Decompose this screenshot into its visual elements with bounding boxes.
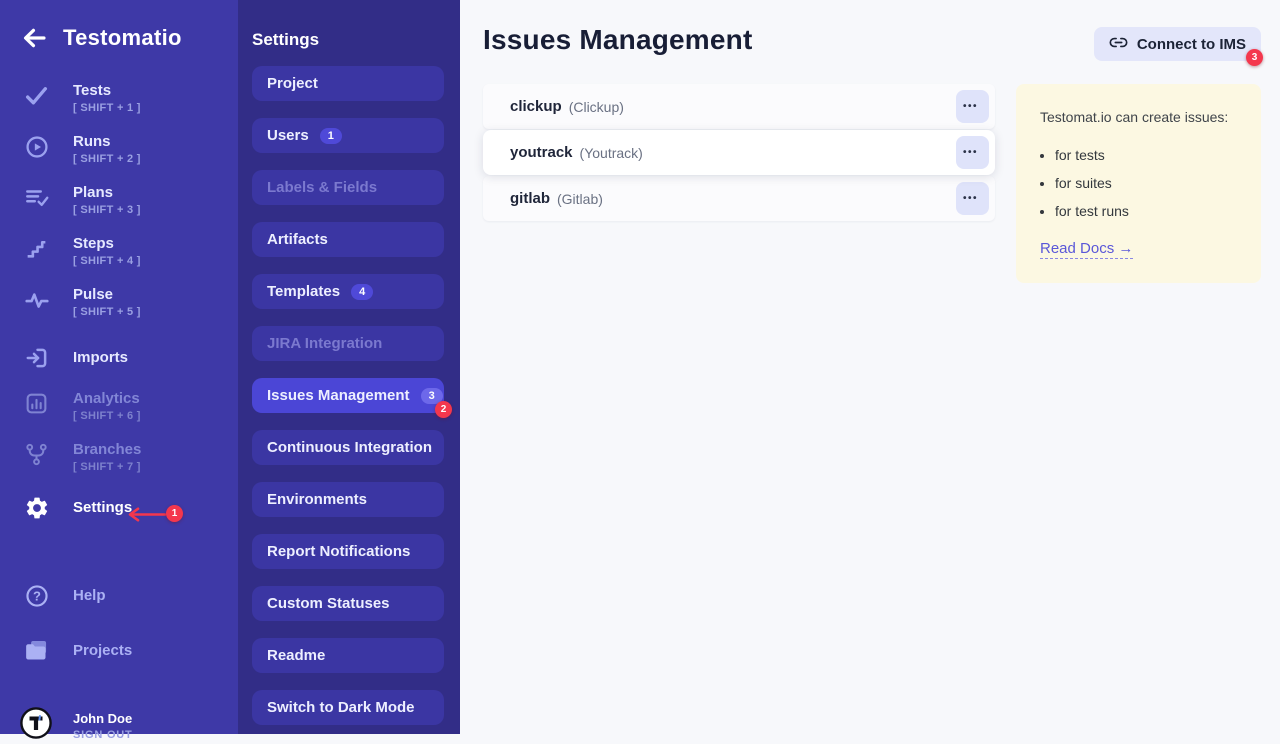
stairs-icon [23,236,50,261]
issue-row-youtrack: youtrack (Youtrack) ••• [483,130,995,175]
annotation-step-1: 1 [166,505,183,522]
link-icon [1109,33,1128,56]
bar-chart-icon [23,391,50,416]
user-row: John Doe SIGN OUT [0,707,238,744]
issue-row-clickup: clickup (Clickup) ••• [483,84,995,129]
sign-out-link[interactable]: SIGN OUT [73,729,133,741]
info-bullet: for tests [1055,147,1243,163]
svg-text:?: ? [33,589,41,604]
settings-item-labels-fields: Labels & Fields [252,170,444,205]
users-count-badge: 1 [320,128,342,144]
play-circle-icon [23,134,50,160]
settings-item-custom-statuses[interactable]: Custom Statuses [252,586,444,621]
settings-item-issues-management[interactable]: Issues Management3 [252,378,444,413]
pulse-icon [23,287,50,313]
info-panel: Testomat.io can create issues: for tests… [1016,84,1261,283]
row-menu-button[interactable]: ••• [956,182,989,215]
sidebar-item-projects[interactable]: Projects [0,636,238,664]
folder-icon [23,637,50,664]
annotation-step-2: 2 [435,401,452,418]
primary-sidebar: Testomatio Tests [ SHIFT + 1 ] Runs [ SH… [0,0,238,734]
settings-item-report-notifications[interactable]: Report Notifications [252,534,444,569]
settings-item-readme[interactable]: Readme [252,638,444,673]
issues-list: clickup (Clickup) ••• youtrack (Youtrack… [483,84,995,222]
settings-nav-list: Project Users1 Labels & Fields Artifacts… [238,66,460,725]
app-title: Testomatio [63,25,182,51]
settings-heading: Settings [252,30,460,50]
info-bullet: for test runs [1055,203,1243,219]
sidebar-item-help[interactable]: ? Help [0,582,238,609]
settings-item-continuous-integration[interactable]: Continuous Integration [252,430,444,465]
settings-item-templates[interactable]: Templates4 [252,274,444,309]
sidebar-item-tests[interactable]: Tests [ SHIFT + 1 ] [0,82,238,114]
read-docs-link[interactable]: Read Docs → [1040,240,1133,259]
settings-item-project[interactable]: Project [252,66,444,101]
annotation-step-3: 3 [1246,49,1263,66]
back-arrow-icon[interactable] [20,24,48,52]
import-icon [23,345,50,371]
annotation-arrow-icon [124,506,168,528]
ellipsis-icon: ••• [963,147,978,158]
gear-icon [23,495,50,521]
info-panel-title: Testomat.io can create issues: [1040,109,1243,125]
help-circle-icon: ? [23,583,50,609]
sidebar-item-runs[interactable]: Runs [ SHIFT + 2 ] [0,133,238,165]
templates-count-badge: 4 [351,284,373,300]
settings-item-environments[interactable]: Environments [252,482,444,517]
sidebar-item-imports[interactable]: Imports [0,344,238,371]
ellipsis-icon: ••• [963,193,978,204]
settings-panel: Settings Project Users1 Labels & Fields … [238,0,460,734]
secondary-nav: ? Help Projects [0,582,238,691]
settings-item-jira-integration: JIRA Integration [252,326,444,361]
info-bullet: for suites [1055,175,1243,191]
settings-item-users[interactable]: Users1 [252,118,444,153]
connect-to-ims-button[interactable]: Connect to IMS [1094,27,1261,61]
main-content: Issues Management Connect to IMS clickup… [460,0,1280,734]
sidebar-item-settings[interactable]: Settings [0,494,238,521]
row-menu-button[interactable]: ••• [956,90,989,123]
settings-item-artifacts[interactable]: Artifacts [252,222,444,257]
app-logo-row: Testomatio [0,0,238,52]
list-check-icon [23,185,50,211]
sidebar-item-pulse[interactable]: Pulse [ SHIFT + 5 ] [0,286,238,318]
git-branch-icon [23,442,50,467]
avatar[interactable] [20,707,52,744]
settings-item-dark-mode-toggle[interactable]: Switch to Dark Mode [252,690,444,725]
sidebar-item-steps[interactable]: Steps [ SHIFT + 4 ] [0,235,238,267]
sidebar-item-branches[interactable]: Branches [ SHIFT + 7 ] [0,441,238,473]
ellipsis-icon: ••• [963,101,978,112]
info-bullet-list: for tests for suites for test runs [1040,147,1243,219]
row-menu-button[interactable]: ••• [956,136,989,169]
sidebar-item-plans[interactable]: Plans [ SHIFT + 3 ] [0,184,238,216]
check-icon [23,83,50,108]
sidebar-item-analytics[interactable]: Analytics [ SHIFT + 6 ] [0,390,238,422]
primary-nav: Tests [ SHIFT + 1 ] Runs [ SHIFT + 2 ] P… [0,82,238,540]
user-name: John Doe [73,711,133,726]
issue-row-gitlab: gitlab (Gitlab) ••• [483,176,995,221]
